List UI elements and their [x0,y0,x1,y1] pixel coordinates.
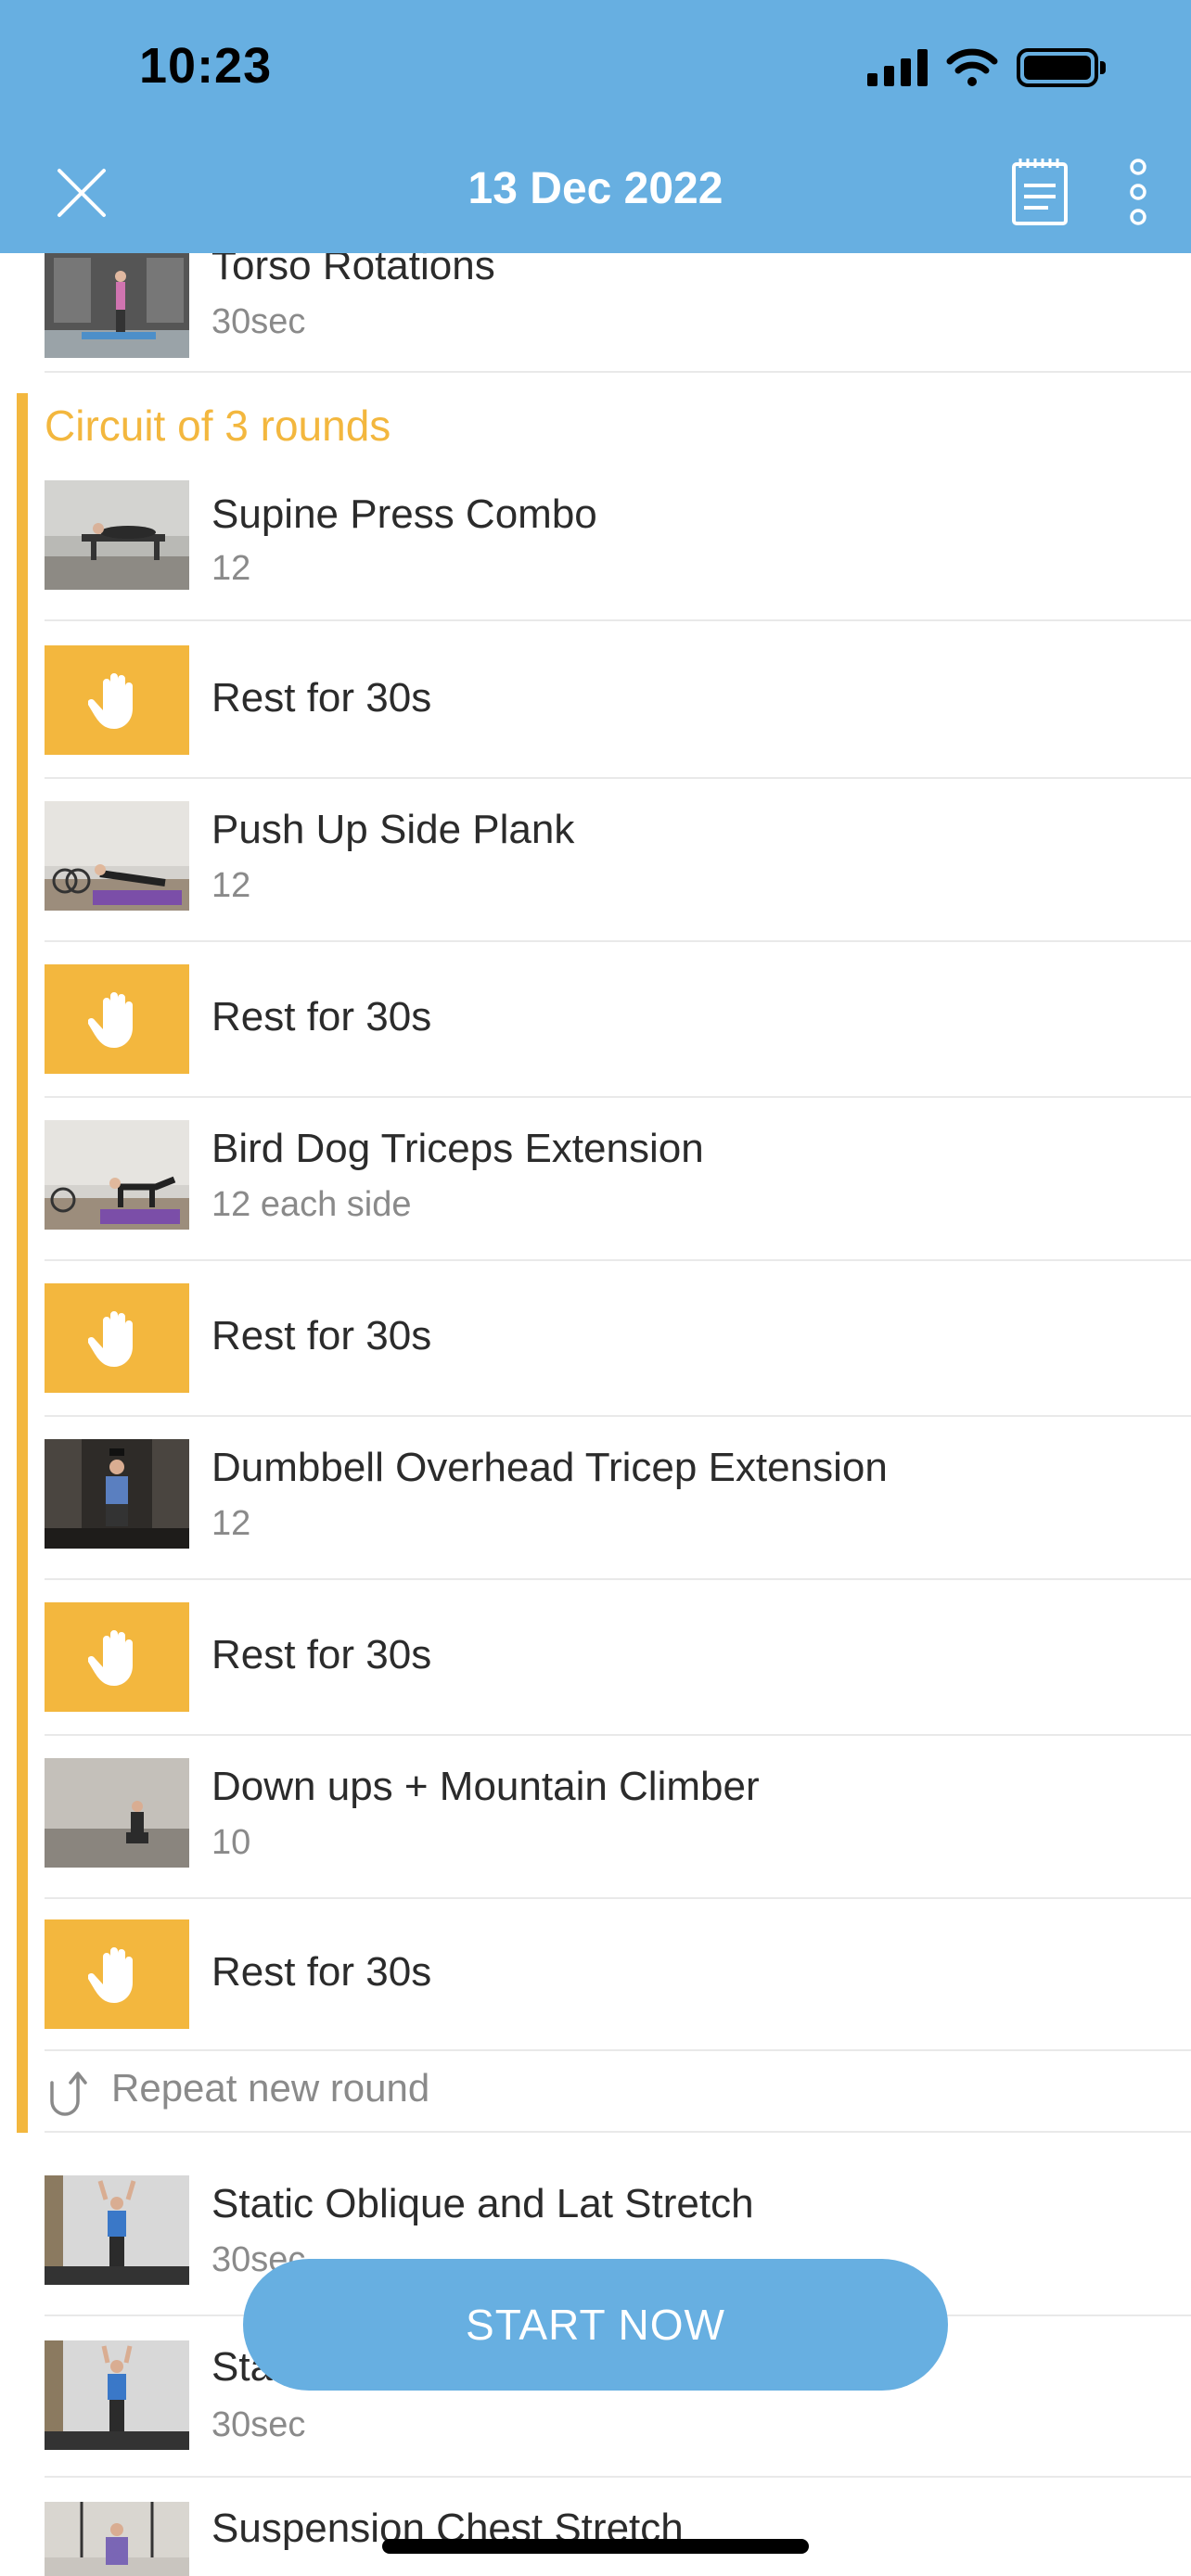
exercise-row[interactable]: Push Up Side Plank 12 [45,779,1191,942]
repeat-arrow-icon [50,2072,87,2116]
hand-icon [88,1630,133,1686]
rest-row[interactable]: Rest for 30s [45,621,1191,779]
notepad-icon[interactable] [1011,156,1069,226]
repeat-round-row[interactable]: Repeat new round [45,2051,1191,2133]
exercise-row[interactable]: Down ups + Mountain Climber 10 [45,1736,1191,1899]
rest-row[interactable]: Rest for 30s [45,1899,1191,2051]
exercise-detail: 12 each side [211,1185,412,1224]
battery-icon [1017,48,1106,87]
exercise-thumbnail [45,1439,189,1549]
rest-thumbnail [45,1283,189,1393]
rest-row[interactable]: Rest for 30s [45,1261,1191,1417]
header: 10:23 13 Dec 2022 [0,0,1191,253]
status-icons [867,48,1106,87]
exercise-name: Static Oblique and Lat Stretch [211,2181,754,2226]
exercise-name: Bird Dog Triceps Extension [211,1126,704,1171]
rest-thumbnail [45,1919,189,2029]
start-now-button[interactable]: START NOW [243,2259,948,2391]
hand-icon [88,673,133,729]
rest-row[interactable]: Rest for 30s [45,942,1191,1098]
exercise-name: Dumbbell Overhead Tricep Extension [211,1445,888,1490]
hand-icon [88,1947,133,2003]
exercise-name: Supine Press Combo [211,491,597,537]
exercise-detail: 30sec [211,302,306,341]
status-time: 10:23 [139,38,273,94]
circuit-title: Circuit of 3 rounds [45,402,391,450]
repeat-round-label: Repeat new round [111,2066,430,2110]
rest-label: Rest for 30s [211,1632,432,1677]
exercise-detail: 12 [211,866,251,905]
exercise-thumbnail [45,801,189,911]
circuit-indicator-bar [17,393,28,2133]
more-vertical-icon[interactable] [1122,158,1154,226]
wifi-icon [946,48,998,86]
exercise-name: Push Up Side Plank [211,807,575,852]
exercise-thumbnail [45,2502,189,2576]
rest-label: Rest for 30s [211,1313,432,1358]
rest-thumbnail [45,964,189,1074]
rest-row[interactable]: Rest for 30s [45,1580,1191,1736]
rest-label: Rest for 30s [211,675,432,721]
exercise-thumbnail [45,2175,189,2285]
exercise-detail: 30sec [211,2405,306,2444]
exercise-row[interactable]: Suspension Chest Stretch [45,2478,1191,2576]
exercise-thumbnail [45,1758,189,1868]
exercise-thumbnail [45,2340,189,2450]
rest-thumbnail [45,645,189,755]
exercise-thumbnail [45,1120,189,1230]
exercise-row[interactable]: Dumbbell Overhead Tricep Extension 12 [45,1417,1191,1580]
hand-icon [88,1311,133,1367]
rest-label: Rest for 30s [211,1949,432,1995]
exercise-thumbnail [45,480,189,590]
exercise-name: Down ups + Mountain Climber [211,1764,760,1809]
exercise-thumbnail [45,249,189,358]
exercise-row[interactable]: Supine Press Combo 12 [45,478,1191,621]
cellular-signal-icon [867,49,928,86]
hand-icon [88,992,133,1048]
rest-thumbnail [45,1602,189,1712]
exercise-detail: 12 [211,1504,251,1543]
exercise-row[interactable]: Bird Dog Triceps Extension 12 each side [45,1098,1191,1261]
rest-label: Rest for 30s [211,994,432,1039]
home-indicator [382,2539,809,2554]
exercise-detail: 10 [211,1823,251,1862]
exercise-detail: 12 [211,549,251,588]
